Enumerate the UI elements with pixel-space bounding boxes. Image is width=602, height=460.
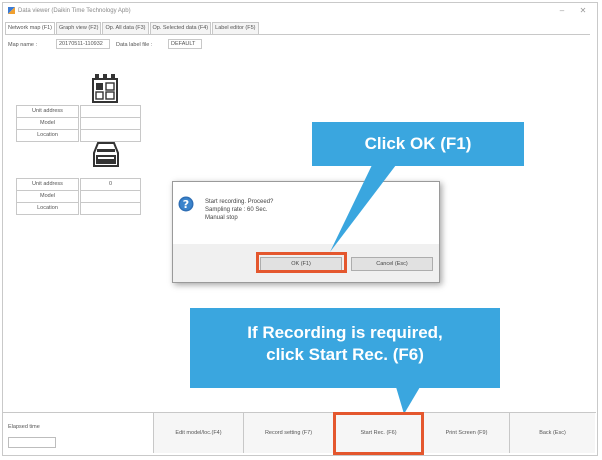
- tab-bar: Network map (F1) Graph view (F2) Op. All…: [5, 22, 260, 34]
- unit-1-location-label: Location: [16, 129, 79, 142]
- minimize-button[interactable]: –: [555, 6, 569, 16]
- start-rec-button-highlight: [333, 412, 424, 455]
- tab-network-map[interactable]: Network map (F1): [5, 22, 56, 34]
- dialog-message-line-3: Manual stop: [205, 215, 238, 221]
- map-name-label: Map name :: [8, 42, 38, 48]
- cancel-button[interactable]: Cancel (Esc): [351, 257, 433, 271]
- elapsed-time-field: [8, 437, 56, 448]
- close-button[interactable]: ✕: [576, 6, 590, 16]
- print-screen-button[interactable]: Print Screen (F9): [423, 413, 509, 453]
- map-name-field: 20170511-110932: [56, 39, 110, 49]
- controller-icon[interactable]: [92, 73, 118, 103]
- record-setting-button[interactable]: Record setting (F7): [243, 413, 333, 453]
- callout-start-rec-line-2: click Start Rec. (F6): [266, 345, 424, 364]
- data-label-file-label: Data label file :: [116, 42, 153, 48]
- question-icon: ?: [178, 196, 194, 212]
- outdoor-unit-icon[interactable]: [93, 141, 119, 169]
- back-button[interactable]: Back (Esc): [509, 413, 595, 453]
- elapsed-time-label: Elapsed time: [8, 424, 40, 430]
- tab-op-selected-data[interactable]: Op. Selected data (F4): [149, 22, 212, 34]
- dialog-message-line-2: Sampling rate : 60 Sec.: [205, 207, 268, 213]
- unit-2-location-label: Location: [16, 202, 79, 215]
- callout-start-rec: If Recording is required, click Start Re…: [190, 308, 500, 388]
- tab-divider: [5, 34, 590, 35]
- callout-click-ok: Click OK (F1): [312, 122, 524, 166]
- data-label-file-field: DEFAULT: [168, 39, 202, 49]
- tab-op-all-data[interactable]: Op. All data (F3): [102, 22, 149, 34]
- dialog-message-line-1: Start recording. Proceed?: [205, 199, 274, 205]
- app-icon: [8, 7, 15, 14]
- callout-start-rec-line-1: If Recording is required,: [247, 323, 443, 342]
- window-title: Data viewer (Daikin Time Technology Apb): [18, 8, 131, 14]
- edit-model-loc-button[interactable]: Edit model/loc.(F4): [153, 413, 243, 453]
- tab-label-editor[interactable]: Label editor (F5): [212, 22, 259, 34]
- title-bar: Data viewer (Daikin Time Technology Apb)…: [3, 3, 597, 19]
- tab-graph-view[interactable]: Graph view (F2): [56, 22, 102, 34]
- unit-2-location-value: [80, 202, 141, 215]
- svg-text:?: ?: [183, 198, 189, 211]
- ok-button-highlight: [256, 252, 347, 273]
